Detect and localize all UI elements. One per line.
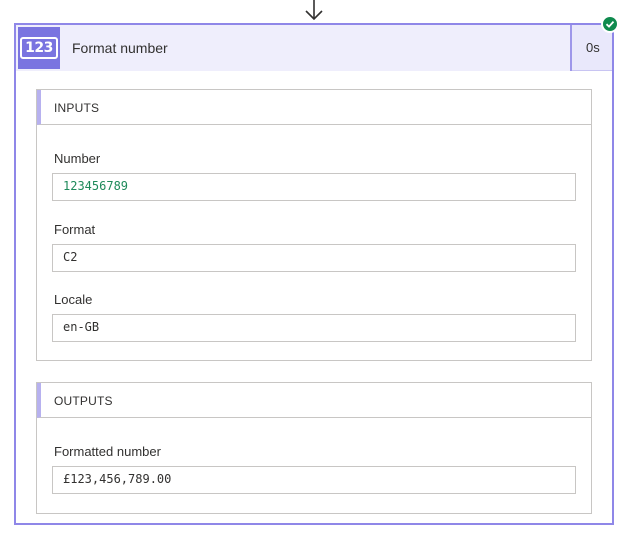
outputs-section: OUTPUTS Formatted number £123,456,789.00 (36, 382, 592, 514)
arrow-down-icon (305, 0, 323, 21)
locale-field[interactable]: en-GB (52, 314, 576, 342)
locale-label: Locale (54, 292, 93, 307)
action-title: Format number (72, 40, 168, 56)
locale-value: en-GB (63, 320, 100, 334)
number-label: Number (54, 151, 101, 166)
action-header-main[interactable]: 123 Format number (16, 25, 572, 71)
action-header[interactable]: 123 Format number 0s (16, 25, 612, 71)
format-label: Format (54, 222, 96, 237)
formatted-number-field[interactable]: £123,456,789.00 (52, 466, 576, 494)
inputs-section: INPUTS Number 123456789 Format C2 Locale… (36, 89, 592, 361)
number-field[interactable]: 123456789 (52, 173, 576, 201)
action-duration: 0s (586, 40, 600, 55)
outputs-header: OUTPUTS (37, 383, 591, 418)
format-field[interactable]: C2 (52, 244, 576, 272)
format-value: C2 (63, 250, 78, 264)
outputs-header-label: OUTPUTS (54, 394, 113, 408)
checkmark-icon (601, 15, 619, 33)
number-icon-label: 123 (20, 37, 58, 59)
inputs-header-label: INPUTS (54, 101, 100, 115)
formatted-number-label: Formatted number (54, 444, 161, 459)
number-icon: 123 (18, 27, 60, 69)
number-value: 123456789 (63, 179, 129, 193)
inputs-header: INPUTS (37, 90, 591, 125)
formatted-number-value: £123,456,789.00 (63, 472, 172, 486)
